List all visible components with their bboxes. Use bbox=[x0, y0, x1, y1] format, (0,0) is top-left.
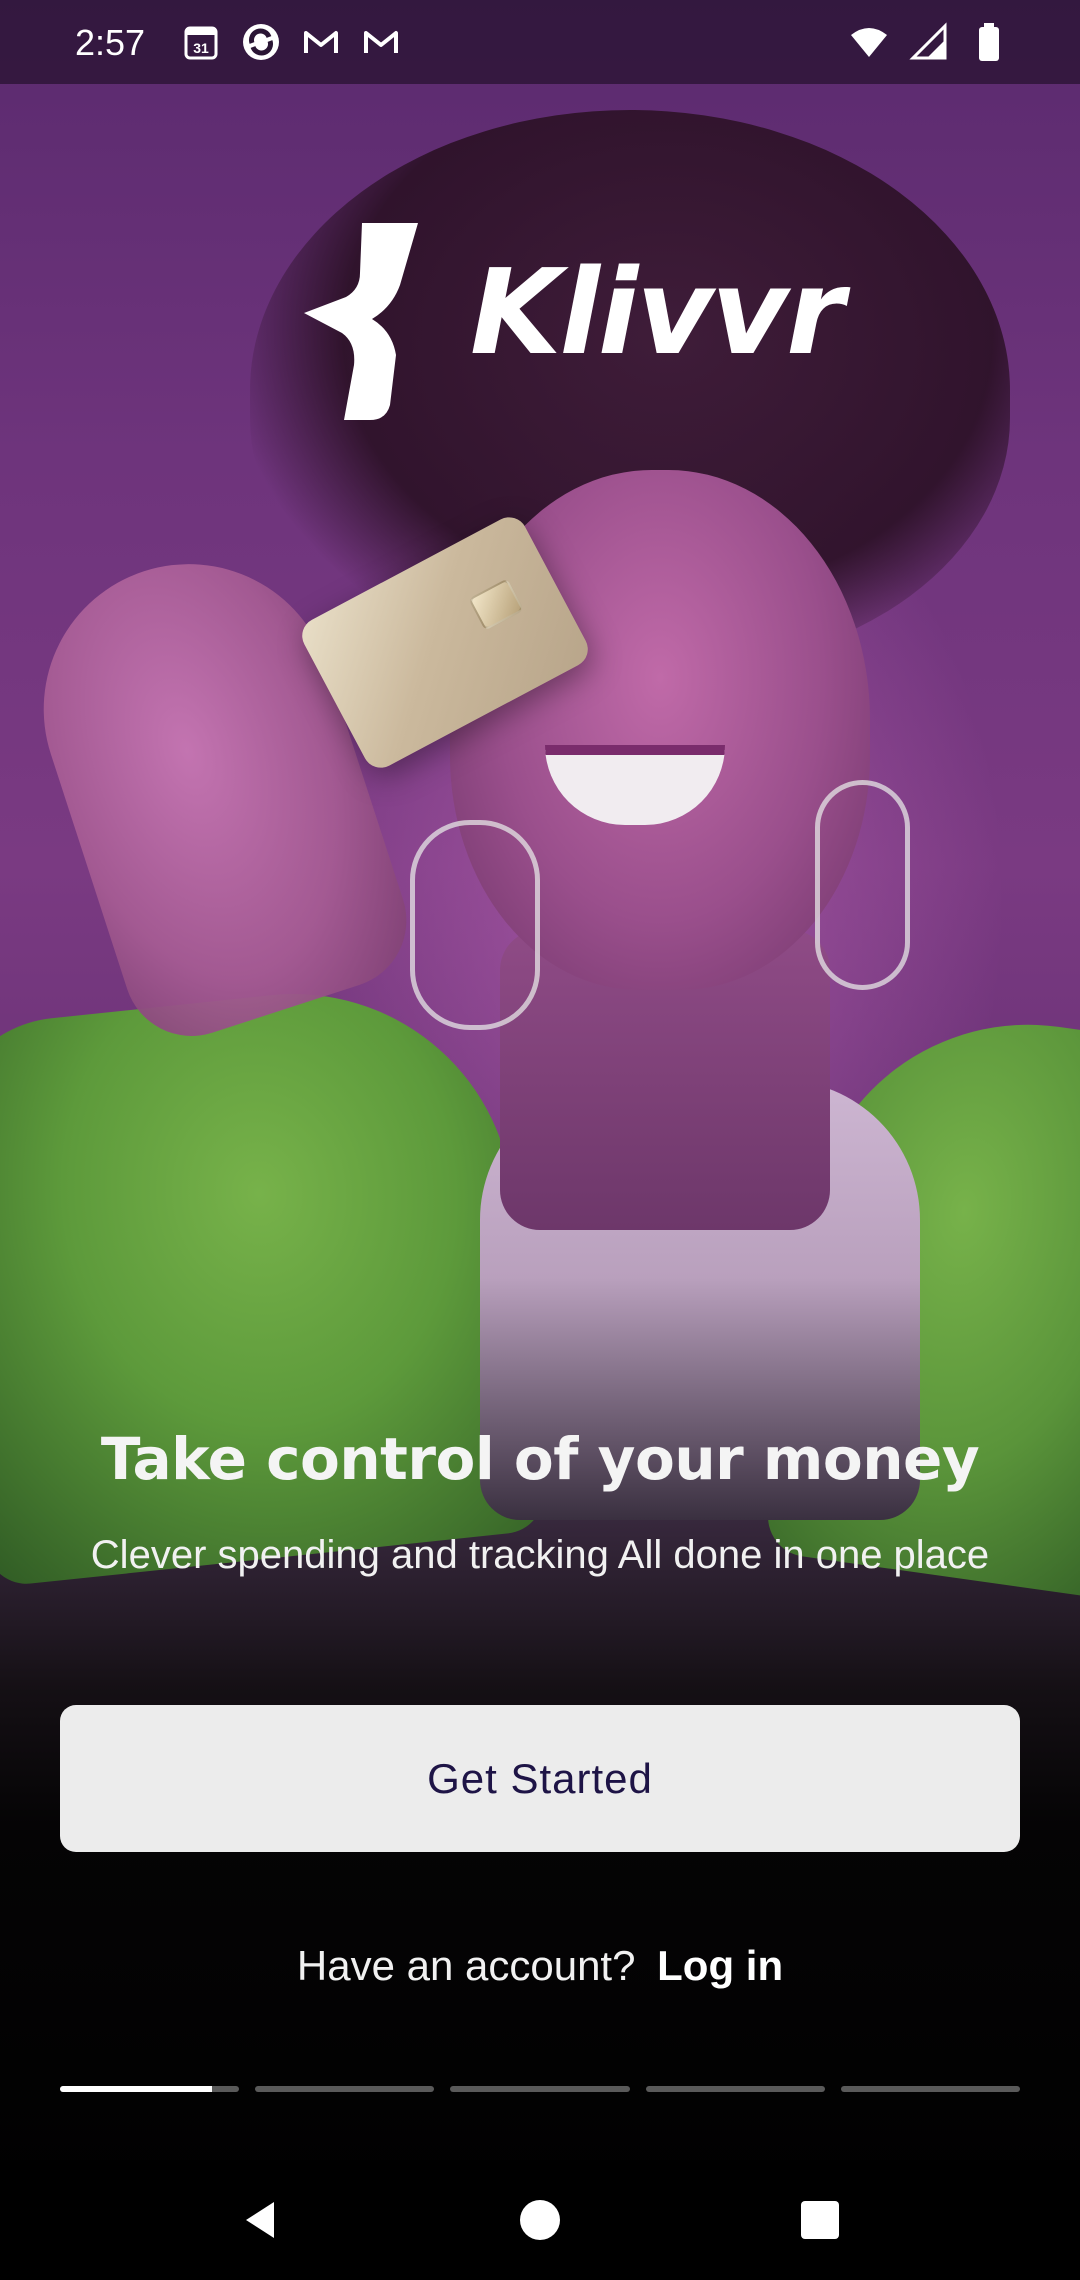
recents-icon bbox=[801, 2201, 839, 2239]
onboarding-progress-indicator bbox=[60, 2086, 1021, 2092]
account-prompt: Have an account? bbox=[296, 1942, 636, 1989]
home-icon bbox=[520, 2200, 560, 2240]
wifi-icon bbox=[848, 21, 890, 63]
card-chip bbox=[468, 578, 525, 631]
hero-earring-left bbox=[410, 820, 540, 1030]
system-navigation-bar bbox=[0, 2160, 1080, 2280]
progress-segment bbox=[840, 2086, 1021, 2092]
onboarding-screen: 2:57 31 Klivvr Take control of your mone… bbox=[0, 0, 1080, 2280]
calendar-day: 31 bbox=[193, 40, 209, 56]
hero-earring-right bbox=[815, 780, 910, 990]
recents-button[interactable] bbox=[790, 2190, 850, 2250]
progress-segment bbox=[645, 2086, 825, 2092]
status-icons-right bbox=[848, 18, 1010, 66]
progress-segment bbox=[450, 2086, 630, 2092]
back-icon bbox=[246, 2202, 274, 2238]
get-started-label: Get Started bbox=[427, 1754, 653, 1802]
back-button[interactable] bbox=[230, 2190, 290, 2250]
get-started-button[interactable]: Get Started bbox=[60, 1705, 1020, 1852]
brand-logo: Klivvr bbox=[300, 215, 844, 425]
gmail-icon bbox=[360, 21, 402, 63]
home-button[interactable] bbox=[510, 2190, 570, 2250]
battery-icon bbox=[968, 21, 1010, 63]
gmail-icon bbox=[300, 21, 342, 63]
login-link[interactable]: Log in bbox=[657, 1942, 783, 1989]
login-row: Have an account? Log in bbox=[0, 1942, 1080, 1990]
onboarding-subtext: Clever spending and tracking All done in… bbox=[90, 1533, 990, 1577]
signal-icon bbox=[908, 21, 950, 63]
progress-segment-fill bbox=[60, 2086, 213, 2092]
status-icons-left: 31 bbox=[180, 18, 402, 66]
onboarding-headline: Take control of your money bbox=[100, 1425, 980, 1493]
brand-logo-mark-icon bbox=[304, 223, 418, 420]
progress-segment bbox=[255, 2086, 435, 2092]
status-bar: 2:57 31 bbox=[0, 0, 1080, 84]
status-time: 2:57 bbox=[75, 22, 146, 63]
progress-segment bbox=[60, 2086, 240, 2092]
brand-logo-text: Klivvr bbox=[470, 243, 844, 381]
sync-icon bbox=[240, 21, 282, 63]
calendar-icon: 31 bbox=[180, 21, 222, 63]
